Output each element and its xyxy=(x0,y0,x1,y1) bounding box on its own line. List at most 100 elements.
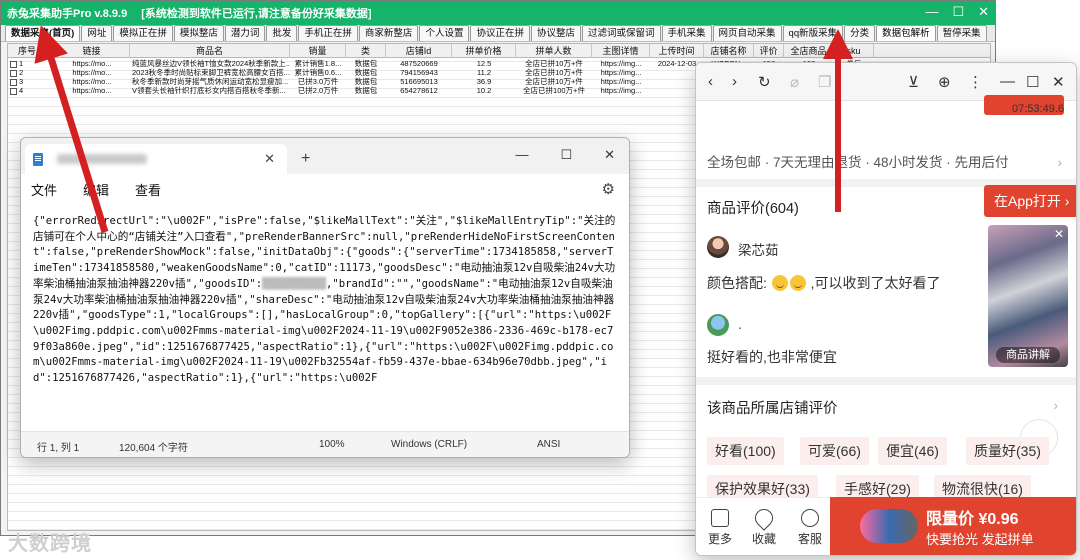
tab-1[interactable]: 网址 xyxy=(81,25,113,41)
heart-icon xyxy=(751,505,777,531)
minimize-icon[interactable]: — xyxy=(515,147,528,163)
table-cell-shop_id: 654278612 xyxy=(400,86,438,95)
column-header[interactable]: 店铺Id xyxy=(386,44,452,58)
table-cell-shop_id: 487520669 xyxy=(400,59,438,68)
column-header[interactable]: 店铺名称 xyxy=(704,44,754,58)
column-header[interactable]: 商品名 xyxy=(130,44,290,58)
tab-7[interactable]: 商家新整店 xyxy=(358,25,419,41)
link-icon[interactable]: ⌀ xyxy=(790,73,799,91)
open-in-app-label: 在App打开 xyxy=(994,193,1061,209)
tab-17[interactable]: 暂停采集 xyxy=(936,25,987,41)
tab-12[interactable]: 手机采集 xyxy=(661,25,712,41)
close-icon[interactable]: ✕ xyxy=(1052,73,1065,91)
row-checkbox[interactable] xyxy=(10,60,17,68)
column-header[interactable]: 评价 xyxy=(754,44,784,58)
more-icon[interactable]: ⋮ xyxy=(968,73,983,91)
table-cell-type: 数据包 xyxy=(354,68,378,77)
close-icon[interactable]: ✕ xyxy=(604,147,615,163)
table-cell-name: 秋冬季新款时尚芽摇气质休闲运动宽松显瘦加... xyxy=(132,77,289,86)
refresh-icon[interactable]: ↻ xyxy=(758,73,771,91)
download-icon[interactable]: ⊻ xyxy=(908,73,919,91)
column-header[interactable]: 主图详情 xyxy=(592,44,650,58)
review-tag[interactable]: 便宜(46) xyxy=(878,437,947,465)
row-checkbox[interactable] xyxy=(10,78,17,86)
gear-icon[interactable]: ⚙ xyxy=(602,180,615,198)
tab-10[interactable]: 协议整店 xyxy=(530,25,581,41)
copy-icon[interactable]: ❐ xyxy=(818,73,831,91)
column-header[interactable]: 链接 xyxy=(54,44,130,58)
tab-16[interactable]: 数据包解析 xyxy=(876,25,936,41)
smile-emoji-icon xyxy=(771,275,788,291)
reviews-title[interactable]: 商品评价(604) xyxy=(707,197,799,218)
column-header[interactable]: 类 xyxy=(346,44,386,58)
product-video-thumbnail[interactable]: ✕ 商品讲解 xyxy=(988,225,1068,367)
maximize-icon[interactable]: ☐ xyxy=(952,4,964,20)
table-cell-type: 数据包 xyxy=(354,59,378,68)
limited-price: 限量价 ¥0.96 xyxy=(926,511,1019,528)
review-tag[interactable]: 可爱(66) xyxy=(800,437,869,465)
menu-edit[interactable]: 编辑 xyxy=(83,180,109,199)
maximize-icon[interactable]: ☐ xyxy=(1026,73,1039,91)
tab-13[interactable]: 网页自动采集 xyxy=(712,25,782,41)
forward-icon[interactable]: › xyxy=(732,73,737,90)
close-icon[interactable]: ✕ xyxy=(1054,227,1064,241)
notepad-filename-redacted xyxy=(57,154,147,164)
review-tag[interactable]: 质量好(35) xyxy=(966,437,1049,465)
tab-14[interactable]: qq新版采集 xyxy=(782,25,844,41)
column-header[interactable]: 销量 xyxy=(290,44,346,58)
more-button[interactable]: 更多 xyxy=(702,509,738,547)
close-icon[interactable]: ✕ xyxy=(978,4,989,20)
row-checkbox[interactable] xyxy=(10,69,17,77)
tab-3[interactable]: 模拟整店 xyxy=(173,25,224,41)
shop-reviews-title[interactable]: 该商品所属店铺评价 xyxy=(707,397,838,418)
back-icon[interactable]: ‹ xyxy=(708,73,713,90)
column-header[interactable]: 全店商品 xyxy=(784,44,834,58)
app-status-message: [系统检测到软件已运行,请注意备份好采集数据] xyxy=(141,8,372,20)
table-cell-shop_id: 794156943 xyxy=(400,68,438,77)
column-header[interactable]: sku xyxy=(834,44,874,58)
column-header[interactable]: 拼单价格 xyxy=(452,44,516,58)
minimize-icon[interactable]: — xyxy=(1000,73,1015,90)
tab-15[interactable]: 分类 xyxy=(844,25,876,41)
table-cell-group: 全店已拼10万+件 xyxy=(525,77,583,86)
tab-9[interactable]: 协议正在拼 xyxy=(470,25,530,41)
open-in-app-button[interactable]: 在App打开 › xyxy=(984,185,1076,217)
review-tag[interactable]: 好看(100) xyxy=(707,437,784,465)
collector-tab-bar: 数据采集(首页) 网址 模拟正在拼 模拟整店 潜力词 批发 手机正在拼 商家新整店 个人设置 协议… xyxy=(1,25,995,42)
notepad-titlebar: ✕ + — ☐ ✕ xyxy=(21,138,629,174)
reviewer-name: . xyxy=(738,317,742,332)
notepad-text-area[interactable]: {"errorRedirectUrl":"\u002F","isPre":fal… xyxy=(33,214,619,424)
maximize-icon[interactable]: ☐ xyxy=(560,147,572,163)
table-cell-sales: 累计销售0.6... xyxy=(294,68,342,77)
row-checkbox[interactable] xyxy=(10,87,17,95)
column-header[interactable]: 序号 ↑ xyxy=(8,44,54,58)
minimize-icon[interactable]: — xyxy=(925,4,938,20)
tab-2[interactable]: 模拟正在拼 xyxy=(113,25,173,41)
menu-view[interactable]: 查看 xyxy=(135,180,161,199)
tab-8[interactable]: 个人设置 xyxy=(419,25,470,41)
table-cell-name: 2023秋冬季时尚贴标束脚卫裤宽松高腰女百搭... xyxy=(132,68,290,77)
review-text: 挺好看的,也非常便宜 xyxy=(707,349,837,365)
column-header[interactable]: 上传时间 xyxy=(650,44,704,58)
service-promises[interactable]: 全场包邮 · 7天无理由退货 · 48小时发货 · 先用后付 › xyxy=(696,147,1076,179)
new-tab-icon[interactable]: + xyxy=(301,150,310,168)
table-cell-img: https://img... xyxy=(600,59,642,68)
row-number: 3 xyxy=(19,77,24,86)
review-text: 颜色搭配: ,可以收到了太好看了 xyxy=(707,273,941,293)
tab-6[interactable]: 手机正在拼 xyxy=(298,25,358,41)
thumbnail-label: 商品讲解 xyxy=(996,347,1060,363)
table-cell-group: 全店已拼100万+件 xyxy=(523,86,585,95)
group-buy-button[interactable]: 限量价 ¥0.96 快要抢光 发起拼单 xyxy=(830,497,1076,555)
column-header[interactable]: 拼单人数 xyxy=(516,44,592,58)
tab-11[interactable]: 过滤词或保留词 xyxy=(581,25,661,41)
globe-icon[interactable]: ⊕ xyxy=(938,73,951,91)
customer-service-button[interactable]: 客服 xyxy=(792,509,828,547)
line-ending: Windows (CRLF) xyxy=(391,439,468,450)
menu-file[interactable]: 文件 xyxy=(31,180,57,199)
notepad-file-tab[interactable]: ✕ xyxy=(25,144,287,174)
tab-5[interactable]: 批发 xyxy=(266,25,298,41)
tab-4[interactable]: 潜力词 xyxy=(224,25,266,41)
tab-0[interactable]: 数据采集(首页) xyxy=(5,25,81,41)
collect-button[interactable]: 收藏 xyxy=(746,505,782,547)
tab-close-icon[interactable]: ✕ xyxy=(264,151,275,167)
